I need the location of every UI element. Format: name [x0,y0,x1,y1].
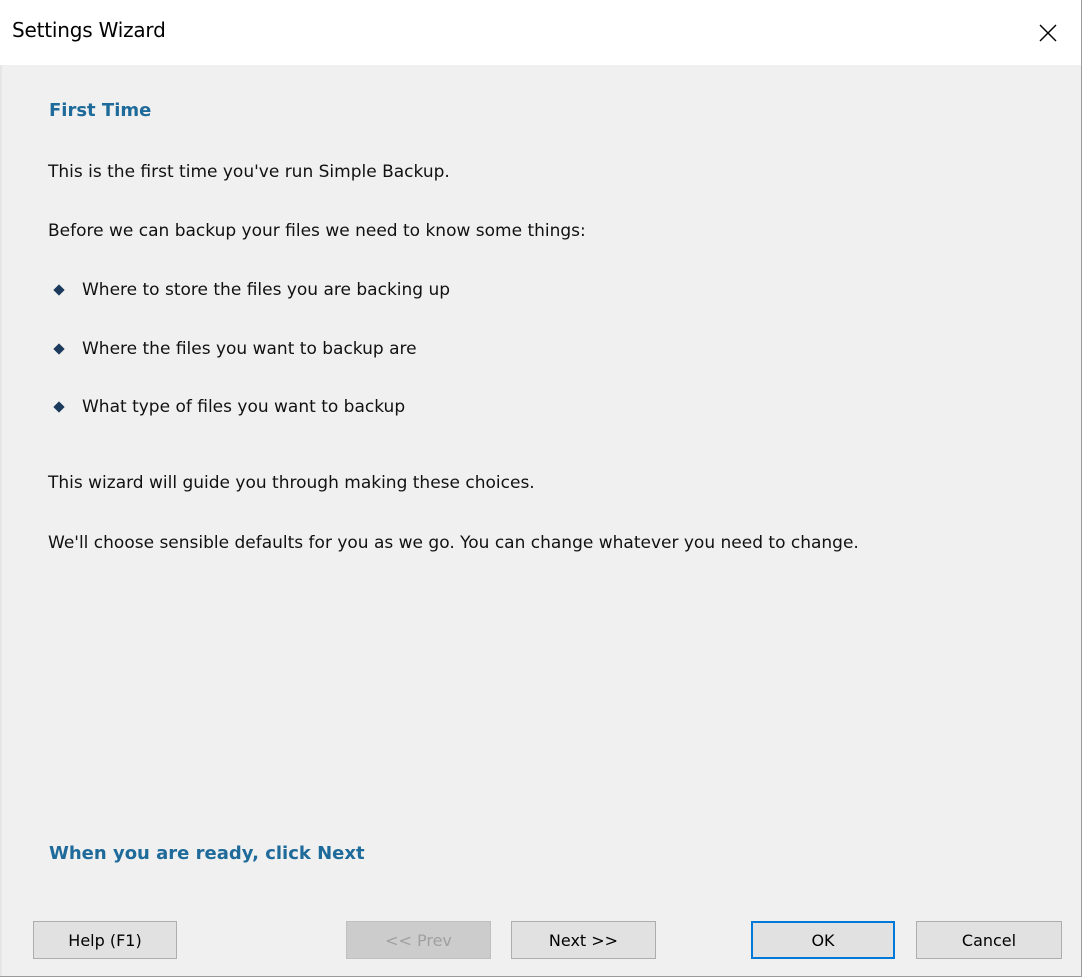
cancel-button[interactable]: Cancel [916,921,1062,959]
close-icon [1039,24,1057,41]
next-button[interactable]: Next >> [511,921,656,959]
diamond-bullet-icon [53,401,65,413]
ok-button[interactable]: OK [751,921,895,959]
title-bar[interactable]: Settings Wizard [0,0,1081,65]
diamond-bullet-icon [53,284,65,296]
close-button[interactable] [1015,0,1081,65]
prev-button[interactable]: << Prev [346,921,491,959]
guide-text: This wizard will guide you through makin… [48,473,535,493]
list-item: What type of files you want to backup [53,397,405,417]
lead-text: Before we can backup your files we need … [48,221,586,241]
ready-instruction: When you are ready, click Next [49,843,365,864]
settings-wizard-window: Settings Wizard First Time This is the f… [0,0,1082,977]
list-item-label: Where the files you want to backup are [82,339,417,359]
window-title: Settings Wizard [12,18,166,42]
help-button[interactable]: Help (F1) [33,921,177,959]
diamond-bullet-icon [53,343,65,355]
list-item-label: What type of files you want to backup [82,397,406,417]
list-item: Where to store the files you are backing… [53,280,450,300]
list-item: Where the files you want to backup are [53,339,417,359]
list-item-label: Where to store the files you are backing… [82,280,451,300]
page-heading: First Time [49,100,152,121]
defaults-text: We'll choose sensible defaults for you a… [48,533,859,553]
window-left-border [0,65,2,976]
intro-text: This is the first time you've run Simple… [48,162,450,182]
